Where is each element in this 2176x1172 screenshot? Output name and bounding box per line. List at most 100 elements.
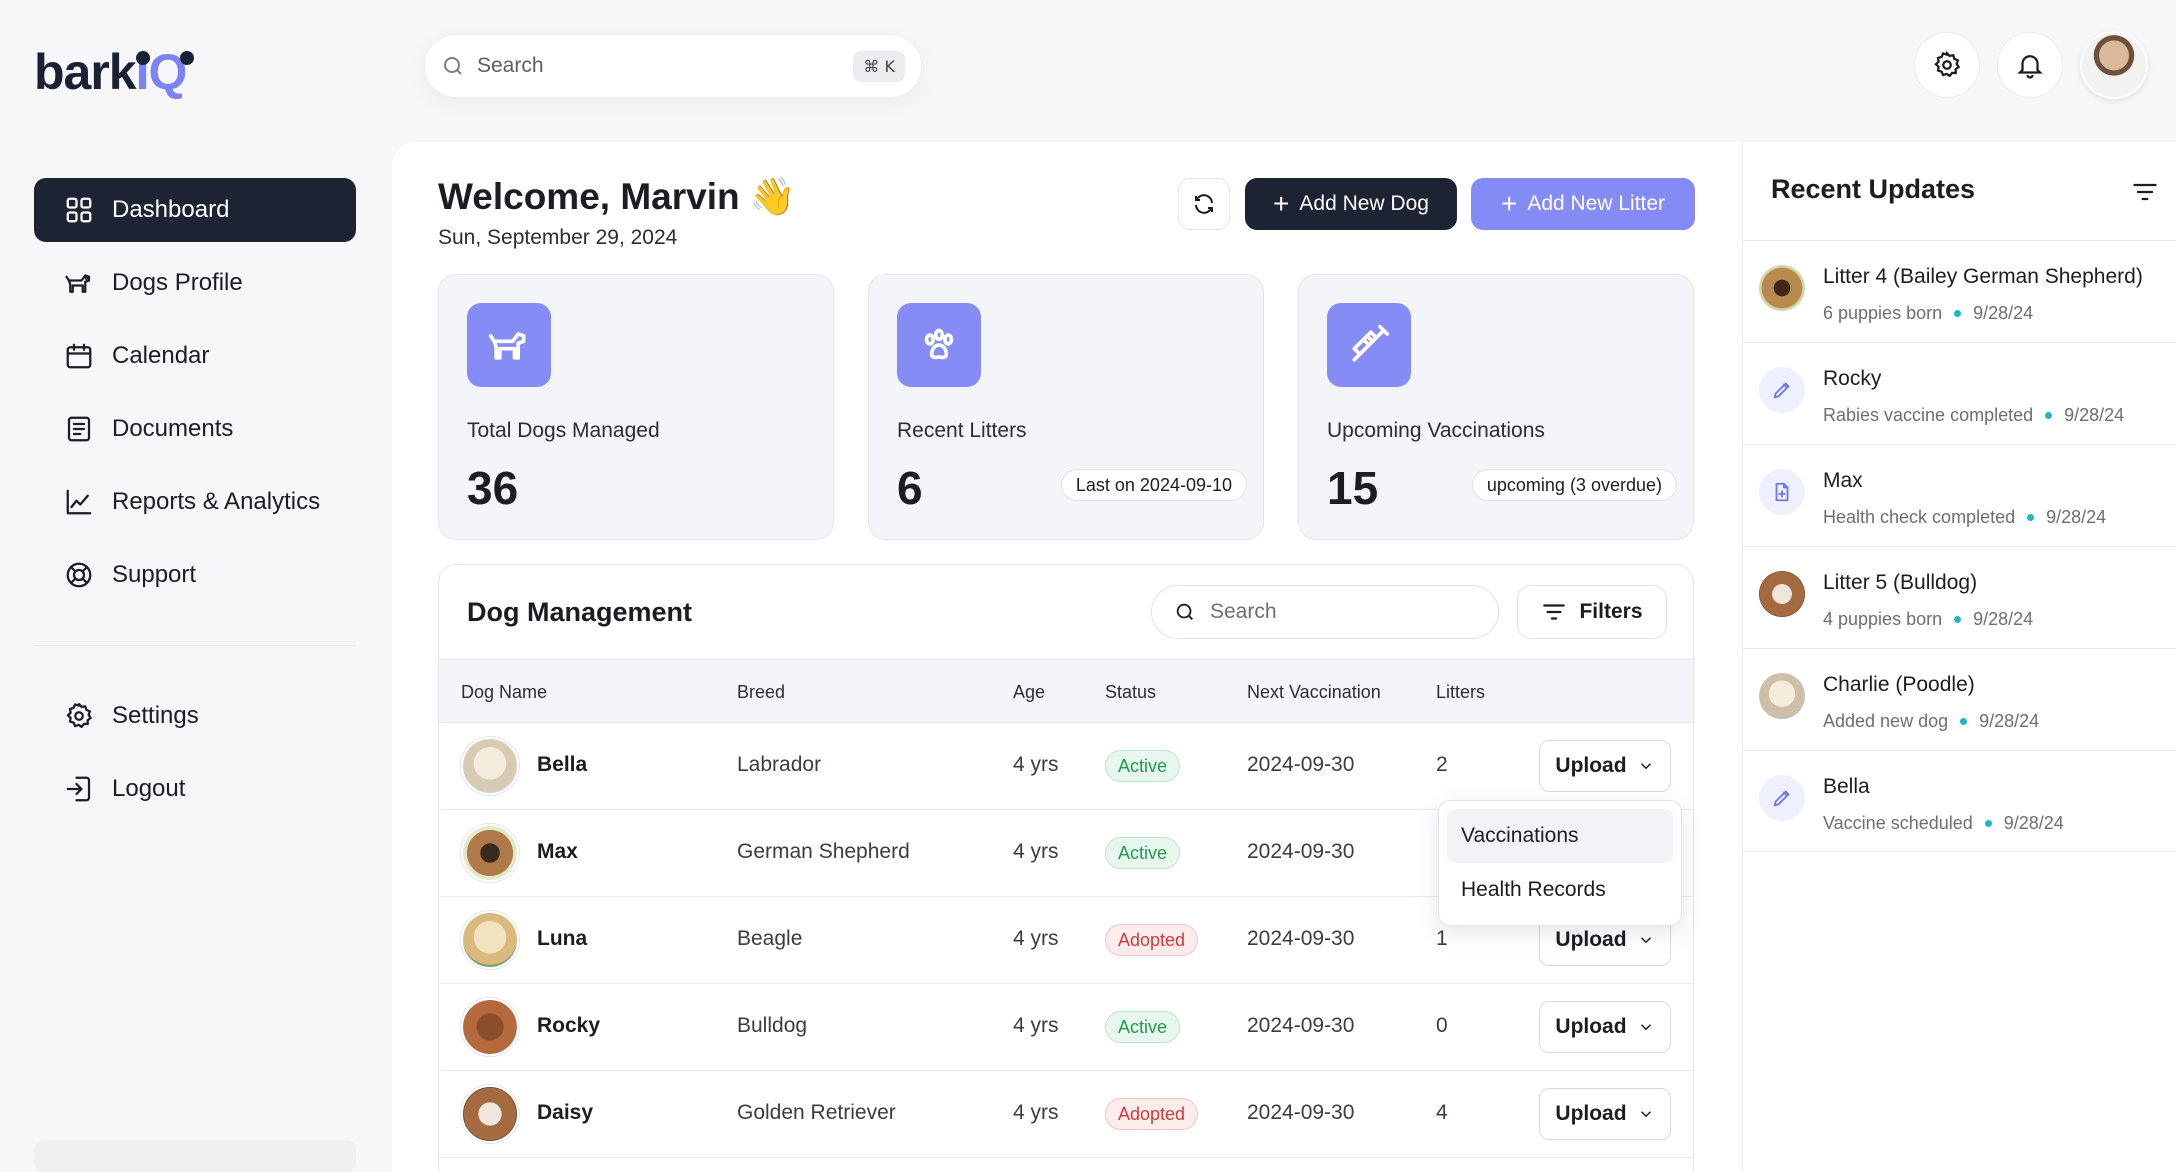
user-avatar[interactable] [2080, 31, 2148, 99]
add-new-dog-label: Add New Dog [1299, 192, 1429, 215]
table-row[interactable]: Daisy Golden Retriever 4 yrs Adopted 202… [439, 1071, 1693, 1158]
bell-icon [2017, 55, 2043, 79]
next-vaccination: 2024-09-30 [1247, 1101, 1355, 1124]
sidebar-item-dashboard[interactable]: Dashboard [34, 178, 356, 242]
dog-avatar [461, 911, 519, 969]
global-search-input[interactable]: Search ⌘ K [424, 34, 922, 98]
table-row[interactable]: Bella Labrador 4 yrs Active 2024-09-30 2… [439, 723, 1693, 810]
sidebar-item-documents[interactable]: Documents [34, 397, 356, 461]
table-row[interactable]: Rocky Bulldog 4 yrs Active 2024-09-30 0 … [439, 984, 1693, 1071]
upload-dropdown-button[interactable]: Upload [1539, 1001, 1671, 1053]
sidebar-item-label: Dogs Profile [112, 269, 243, 296]
sidebar-footer [34, 1140, 356, 1172]
stat-value: 15 [1327, 462, 1379, 514]
column-header[interactable]: Status [1105, 682, 1156, 703]
update-item[interactable]: Charlie (Poodle) Added new dog 9/28/24 [1743, 648, 2176, 750]
dog-age: 4 yrs [1013, 1101, 1059, 1124]
next-vaccination: 2024-09-30 [1247, 753, 1355, 776]
upload-label: Upload [1555, 1015, 1627, 1038]
stat-card-vaccinations: Upcoming Vaccinations 15 upcoming (3 ove… [1298, 274, 1694, 540]
update-title: Litter 4 (Bailey German Shepherd) [1823, 265, 2143, 288]
dog-icon [65, 274, 91, 293]
chevron-down-icon [1640, 937, 1651, 944]
sidebar-item-settings[interactable]: Settings [34, 684, 356, 748]
refresh-button[interactable] [1178, 178, 1230, 230]
table-search-input[interactable]: Search [1151, 585, 1499, 639]
sidebar-item-reports[interactable]: Reports & Analytics [34, 470, 356, 534]
settings-button[interactable] [1914, 32, 1980, 98]
dog-name: Luna [537, 927, 588, 950]
update-date: 9/28/24 [1973, 609, 2034, 629]
separator-dot [1984, 820, 1992, 827]
status-badge: Active [1105, 1011, 1181, 1043]
separator-dot [1954, 616, 1962, 623]
dog-avatar [1759, 673, 1805, 719]
update-subtitle: Health check completed [1823, 507, 2016, 527]
upload-dropdown-button[interactable]: Upload [1539, 1088, 1671, 1140]
next-vaccination: 2024-09-30 [1247, 840, 1355, 863]
litters-count: 4 [1436, 1101, 1448, 1124]
dog-name: Rocky [537, 1014, 601, 1037]
stat-value: 36 [467, 462, 519, 514]
filters-button[interactable]: Filters [1517, 585, 1667, 639]
column-header[interactable]: Next Vaccination [1247, 682, 1381, 703]
update-meta: Health check completed 9/28/24 [1823, 507, 2106, 528]
update-date: 9/28/24 [1973, 303, 2034, 323]
update-item[interactable]: Max Health check completed 9/28/24 [1743, 444, 2176, 546]
chevron-down-icon [1640, 1111, 1651, 1118]
column-header[interactable]: Breed [737, 682, 785, 703]
lifebuoy-icon [66, 562, 92, 588]
sidebar-item-support[interactable]: Support [34, 543, 356, 607]
upload-label: Upload [1555, 754, 1627, 777]
sidebar-nav: Dashboard Dogs Profile Calendar Document… [34, 178, 356, 830]
dog-name: Daisy [537, 1101, 594, 1124]
dog-breed: Bulldog [737, 1014, 808, 1037]
menu-item-vaccinations[interactable]: Vaccinations [1447, 809, 1673, 863]
update-subtitle: 6 puppies born [1823, 303, 1943, 323]
updates-filter-button[interactable] [2131, 178, 2159, 206]
column-header[interactable]: Age [1013, 682, 1045, 703]
sidebar-item-label: Calendar [112, 342, 210, 369]
stat-value: 6 [897, 462, 923, 514]
update-item[interactable]: Rocky Rabies vaccine completed 9/28/24 [1743, 342, 2176, 444]
file-plus-icon [1759, 469, 1805, 515]
pencil-icon [1759, 775, 1805, 821]
search-placeholder: Search [477, 54, 544, 77]
update-meta: 4 puppies born 9/28/24 [1823, 609, 2033, 630]
update-meta: Vaccine scheduled 9/28/24 [1823, 813, 2064, 834]
update-item[interactable]: Litter 5 (Bulldog) 4 puppies born 9/28/2… [1743, 546, 2176, 648]
update-item[interactable]: Bella Vaccine scheduled 9/28/24 [1743, 750, 2176, 852]
sidebar-item-dogs-profile[interactable]: Dogs Profile [34, 251, 356, 315]
add-new-litter-button[interactable]: + Add New Litter [1471, 178, 1695, 230]
dog-avatar [1759, 571, 1805, 617]
sidebar-item-logout[interactable]: Logout [34, 757, 356, 821]
update-date: 9/28/24 [1979, 711, 2040, 731]
menu-item-health-records[interactable]: Health Records [1447, 863, 1673, 917]
upload-dropdown-button[interactable]: Upload [1539, 740, 1671, 792]
notifications-button[interactable] [1997, 32, 2063, 98]
next-vaccination: 2024-09-30 [1247, 927, 1355, 950]
dog-breed: German Shepherd [737, 840, 910, 863]
sidebar-item-calendar[interactable]: Calendar [34, 324, 356, 388]
sidebar-divider [34, 645, 356, 646]
current-date: Sun, September 29, 2024 [438, 226, 678, 249]
update-item[interactable]: Litter 4 (Bailey German Shepherd) 6 pupp… [1743, 240, 2176, 342]
next-vaccination: 2024-09-30 [1247, 1014, 1355, 1037]
logo-accent: IQ [135, 43, 194, 101]
update-subtitle: 4 puppies born [1823, 609, 1943, 629]
update-meta: 6 puppies born 9/28/24 [1823, 303, 2033, 324]
table-title: Dog Management [467, 597, 693, 627]
column-header[interactable]: Litters [1436, 682, 1485, 703]
app-logo[interactable]: bark IQ [34, 43, 194, 101]
dog-name: Max [537, 840, 578, 863]
stat-chip: upcoming (3 overdue) [1471, 469, 1677, 501]
separator-dot [2045, 412, 2053, 419]
column-header[interactable]: Dog Name [461, 682, 547, 703]
dog-avatar [461, 737, 519, 795]
dog-age: 4 yrs [1013, 840, 1059, 863]
dog-avatar [1759, 265, 1805, 311]
document-icon [67, 416, 91, 442]
stat-label: Total Dogs Managed [467, 419, 660, 442]
litters-count: 0 [1436, 1014, 1448, 1037]
add-new-dog-button[interactable]: + Add New Dog [1245, 178, 1457, 230]
